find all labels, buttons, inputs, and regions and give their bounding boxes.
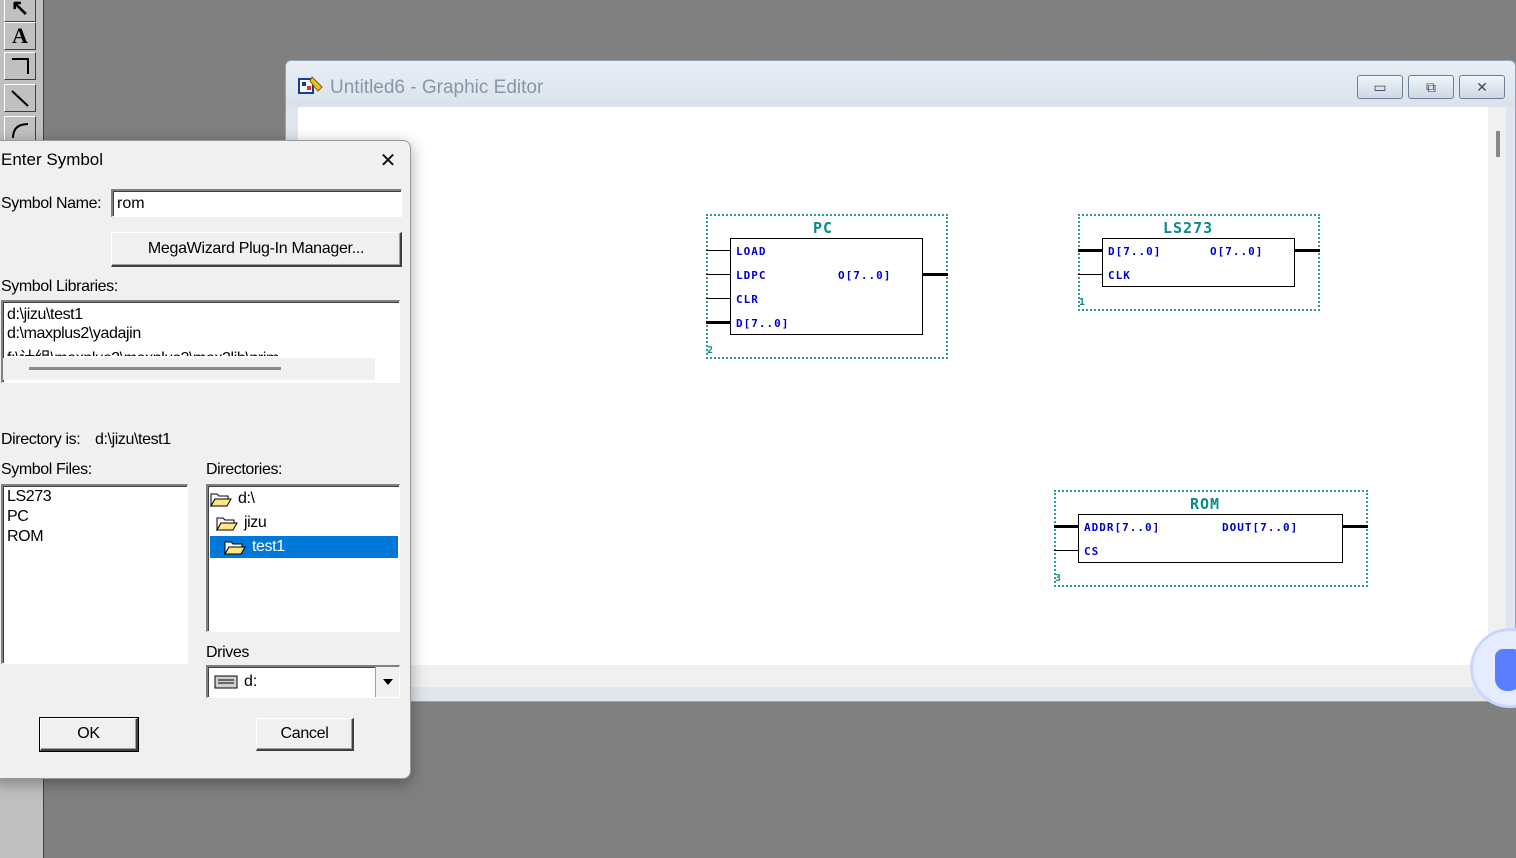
graphic-editor-icon <box>298 76 323 94</box>
library-item[interactable]: d:\maxplus2\yadajin <box>7 325 141 343</box>
bus-wire <box>706 321 730 324</box>
symbol-files-list[interactable]: LS273 PC ROM <box>1 484 188 664</box>
directory-value: d:\jizu\test1 <box>95 431 171 448</box>
symbol-ls273-number: 1 <box>1079 297 1086 308</box>
vertical-scrollbar[interactable] <box>1488 107 1506 687</box>
symbol-rom-name: ROM <box>1190 495 1221 513</box>
scrollbar-thumb[interactable] <box>1496 131 1500 157</box>
assistant-icon <box>1495 649 1516 691</box>
drives-label: Drives <box>206 644 249 661</box>
pin-label: ADDR[7..0] <box>1084 521 1161 534</box>
text-tool-icon[interactable]: A <box>4 22 36 50</box>
pin-wire <box>706 250 730 251</box>
pointer-tool-icon[interactable]: ↖ <box>4 0 36 22</box>
pin-label: O[7..0] <box>838 269 892 282</box>
arc-icon <box>12 123 29 139</box>
orthogonal-line-icon <box>12 58 29 74</box>
drive-value: d: <box>244 673 258 690</box>
pin-label: DOUT[7..0] <box>1222 521 1299 534</box>
symbol-libraries-label: Symbol Libraries: <box>1 278 118 295</box>
open-folder-icon <box>224 541 246 555</box>
orthogonal-line-tool-icon[interactable] <box>4 52 36 80</box>
symbol-file-item[interactable]: ROM <box>7 528 44 546</box>
symbol-pc-number: 2 <box>707 345 714 356</box>
symbol-name-label: Symbol Name: <box>1 195 102 212</box>
editor-title: Untitled6 - Graphic Editor <box>330 77 544 98</box>
pin-label: CLR <box>736 293 759 306</box>
megawizard-button[interactable]: MegaWizard Plug-In Manager... <box>111 232 402 267</box>
maximize-button[interactable]: ⧉ <box>1408 75 1454 99</box>
graphic-editor-window: Untitled6 - Graphic Editor ▭ ⧉ ✕ PC LOAD… <box>285 60 1516 702</box>
symbol-libraries-list[interactable]: d:\jizu\test1 d:\maxplus2\yadajin f:\计组\… <box>1 300 400 383</box>
pin-wire <box>1054 550 1078 551</box>
close-button[interactable]: ✕ <box>1459 75 1505 99</box>
directory-label: d:\ <box>238 490 255 507</box>
bus-wire <box>1295 249 1320 252</box>
symbol-rom-number: 3 <box>1055 573 1062 584</box>
pin-label: O[7..0] <box>1210 245 1264 258</box>
directories-label: Directories: <box>206 461 283 478</box>
ok-button[interactable]: OK <box>39 717 139 752</box>
schematic-canvas[interactable]: PC LOAD LDPC CLR D[7..0] O[7..0] 2 LS273… <box>298 107 1488 665</box>
pin-wire <box>706 298 730 299</box>
diagonal-line-icon <box>11 90 29 107</box>
cancel-button[interactable]: Cancel <box>256 718 354 751</box>
pin-wire <box>706 274 730 275</box>
drives-select[interactable]: d: <box>206 665 400 698</box>
pin-label: CS <box>1084 545 1100 558</box>
symbol-name-input[interactable] <box>111 189 402 217</box>
directory-label: Directory is: <box>1 431 81 448</box>
bus-wire <box>1078 249 1102 252</box>
diagonal-line-tool-icon[interactable] <box>4 84 36 112</box>
minimize-button[interactable]: ▭ <box>1357 75 1403 99</box>
scrollbar-thumb[interactable] <box>29 367 281 370</box>
pin-wire <box>1078 274 1102 275</box>
drives-dropdown-button[interactable] <box>375 667 399 697</box>
pin-label: LDPC <box>736 269 767 282</box>
pin-label: LOAD <box>736 245 767 258</box>
dialog-title: Enter Symbol <box>1 150 104 169</box>
bus-wire <box>923 273 948 276</box>
pin-label: D[7..0] <box>1108 245 1162 258</box>
directory-label: jizu <box>244 514 267 531</box>
pin-label: CLK <box>1108 269 1131 282</box>
symbol-ls273-name: LS273 <box>1163 219 1214 237</box>
symbol-file-item[interactable]: LS273 <box>7 488 52 506</box>
bus-wire <box>1343 525 1368 528</box>
editor-titlebar[interactable]: Untitled6 - Graphic Editor ▭ ⧉ ✕ <box>286 61 1515 107</box>
bus-wire <box>1054 525 1078 528</box>
symbol-files-label: Symbol Files: <box>1 461 92 478</box>
open-folder-icon <box>216 517 238 531</box>
directory-label: test1 <box>252 538 285 555</box>
drive-icon <box>214 675 238 689</box>
directories-list[interactable]: d:\ jizu test1 <box>206 484 400 632</box>
directory-item-selected[interactable]: test1 <box>210 536 398 558</box>
symbol-file-item[interactable]: PC <box>7 508 29 526</box>
enter-symbol-dialog: Enter Symbol ✕ Symbol Name: MegaWizard P… <box>0 140 411 779</box>
horizontal-scrollbar[interactable] <box>298 665 1488 687</box>
chevron-down-icon <box>382 679 393 685</box>
directory-item[interactable]: d:\ <box>210 488 398 510</box>
open-folder-icon <box>210 493 232 507</box>
directory-item[interactable]: jizu <box>216 512 396 534</box>
symbol-pc-name: PC <box>813 219 834 237</box>
library-item[interactable]: f:\计组\maxplus2\maxplus2\max2lib\prim <box>7 344 279 356</box>
pin-label: D[7..0] <box>736 317 790 330</box>
libraries-hscrollbar[interactable] <box>3 358 375 380</box>
library-item[interactable]: d:\jizu\test1 <box>7 306 83 324</box>
close-icon[interactable]: ✕ <box>375 147 401 173</box>
